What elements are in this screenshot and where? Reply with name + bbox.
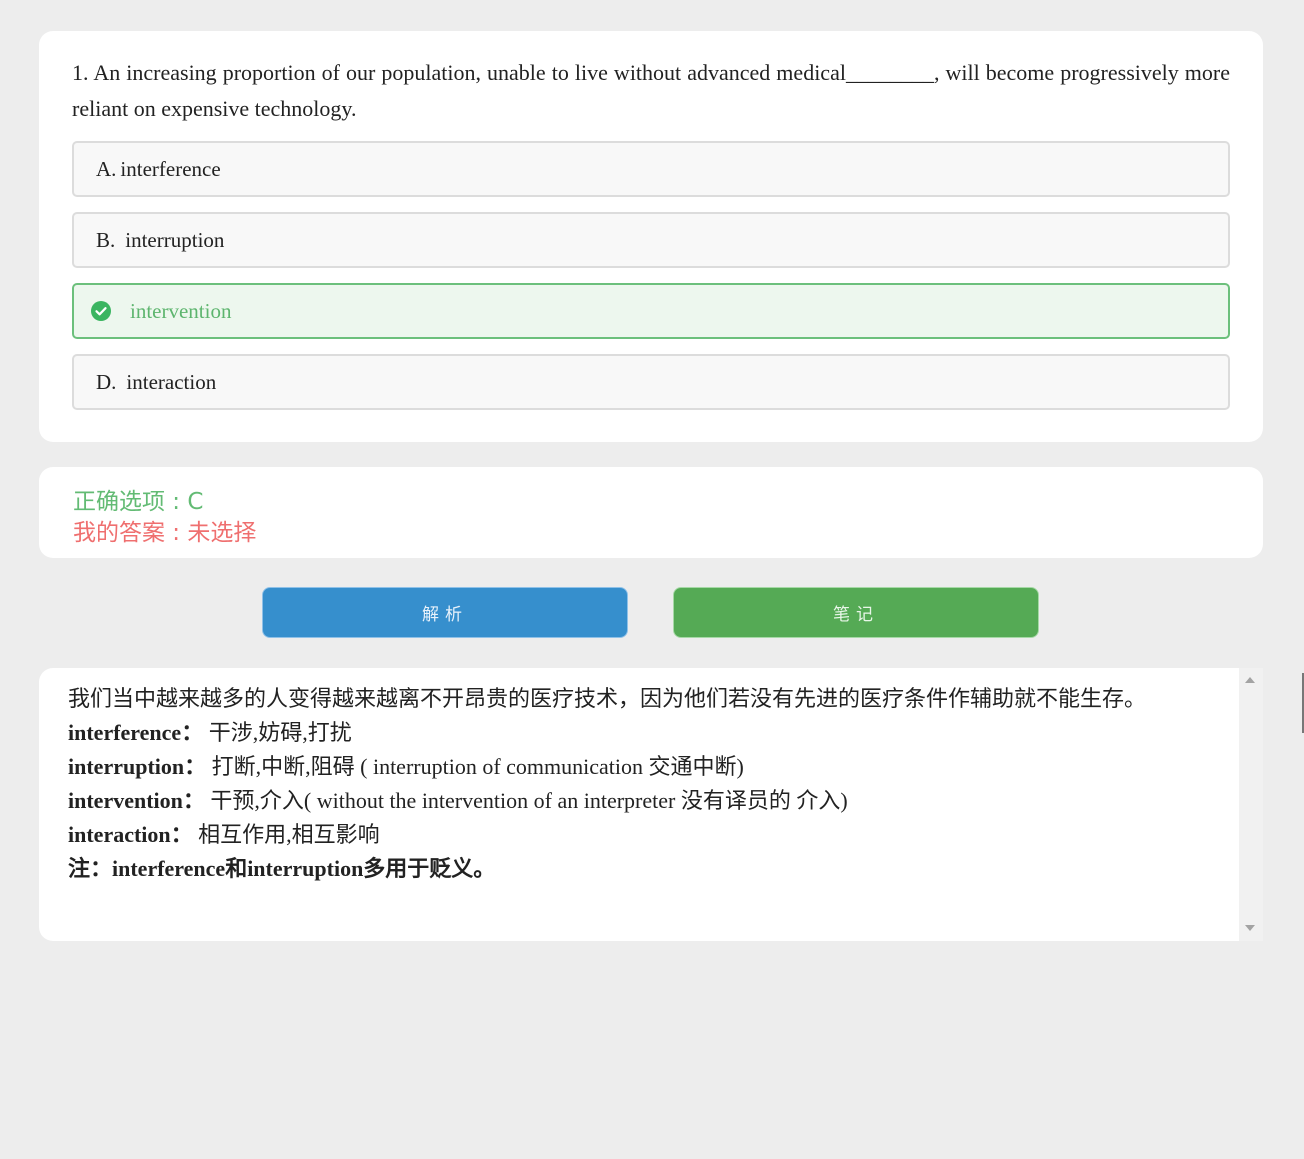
option-text: interaction bbox=[126, 369, 217, 394]
entry-term: interaction： bbox=[68, 822, 193, 847]
option-text: interruption bbox=[125, 227, 225, 252]
option-letter: B. bbox=[96, 227, 116, 252]
question-card: 1. An increasing proportion of our popul… bbox=[39, 31, 1263, 442]
scroll-down-arrow-icon[interactable] bbox=[1245, 925, 1255, 931]
question-text: 1. An increasing proportion of our popul… bbox=[72, 60, 1230, 121]
entry-term: interruption： bbox=[68, 754, 207, 779]
explanation-entry: interference： 干涉,妨碍,打扰 bbox=[68, 716, 1218, 750]
option-b[interactable]: B. interruption bbox=[72, 212, 1230, 268]
notes-button[interactable]: 笔记 bbox=[673, 587, 1039, 638]
entry-term: interference： bbox=[68, 720, 204, 745]
option-text: interference bbox=[120, 156, 221, 181]
entry-meaning: 干预,介入( without the intervention of an in… bbox=[204, 788, 848, 813]
correct-answer-label: 正确选项 : C bbox=[73, 489, 204, 515]
option-d[interactable]: D. interaction bbox=[72, 354, 1230, 410]
explanation-scrollbar[interactable] bbox=[1239, 668, 1263, 941]
answer-card: 正确选项 : C 我的答案 : 未选择 bbox=[39, 467, 1263, 558]
option-c-correct[interactable]: intervention bbox=[72, 283, 1230, 339]
explanation-note: 注：interference和interruption多用于贬义。 bbox=[68, 856, 496, 881]
scroll-up-arrow-icon[interactable] bbox=[1245, 677, 1255, 683]
explanation-panel: 我们当中越来越多的人变得越来越离不开昂贵的医疗技术，因为他们若没有先进的医疗条件… bbox=[39, 668, 1239, 941]
explanation-entry: interaction： 相互作用,相互影响 bbox=[68, 818, 1218, 852]
analysis-button[interactable]: 解析 bbox=[262, 587, 628, 638]
translation-text: 我们当中越来越多的人变得越来越离不开昂贵的医疗技术，因为他们若没有先进的医疗条件… bbox=[68, 686, 1147, 711]
explanation-entry: intervention： 干预,介入( without the interve… bbox=[68, 784, 1218, 818]
explanation-body: 我们当中越来越多的人变得越来越离不开昂贵的医疗技术，因为他们若没有先进的医疗条件… bbox=[68, 682, 1218, 886]
entry-term: intervention： bbox=[68, 788, 205, 813]
option-text: intervention bbox=[130, 298, 232, 323]
check-circle-icon bbox=[90, 300, 112, 322]
option-a[interactable]: A. interference bbox=[72, 141, 1230, 197]
option-letter: A. bbox=[96, 156, 117, 181]
explanation-entry: interruption： 打断,中断,阻碍 ( interruption of… bbox=[68, 750, 1218, 784]
option-letter: D. bbox=[96, 369, 117, 394]
entry-meaning: 相互作用,相互影响 bbox=[192, 822, 380, 847]
entry-meaning: 干涉,妨碍,打扰 bbox=[203, 720, 352, 745]
entry-meaning: 打断,中断,阻碍 ( interruption of communication… bbox=[206, 754, 744, 779]
my-answer-label: 我的答案 : 未选择 bbox=[73, 520, 257, 546]
